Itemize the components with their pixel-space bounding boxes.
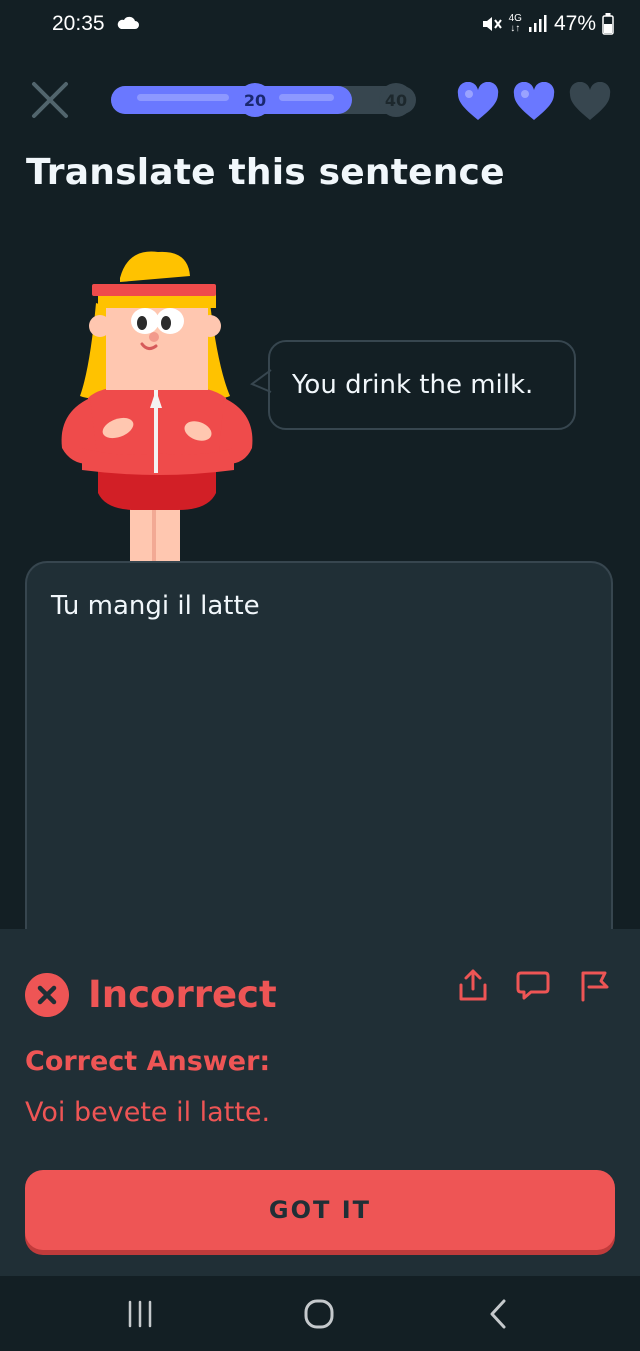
prompt-sentence[interactable]: You drink the milk.: [292, 370, 533, 400]
milestone-40: 40: [379, 83, 413, 117]
cloud-icon: [117, 16, 139, 29]
share-icon[interactable]: [455, 967, 491, 1003]
signal-icon: [528, 15, 547, 32]
correct-answer-text: Voi bevete il latte.: [25, 1097, 271, 1128]
status-time: 20:35: [52, 12, 105, 35]
page-title: Translate this sentence: [26, 152, 505, 193]
heart-empty-icon: [569, 82, 611, 120]
mute-icon: [482, 17, 502, 31]
status-icons: 4G ↓↑ 47%: [481, 12, 614, 36]
home-icon[interactable]: [297, 1294, 341, 1334]
answer-textarea[interactable]: Tu mangi il latte: [25, 561, 613, 981]
battery-icon: [602, 13, 614, 35]
incorrect-x-icon: [25, 973, 69, 1017]
network-type: 4G ↓↑: [508, 13, 522, 34]
system-nav-bar: [0, 1276, 640, 1351]
close-icon[interactable]: [28, 78, 72, 122]
lesson-progress-bar: 20 40: [111, 83, 416, 117]
progress-fill: [111, 86, 352, 114]
correct-answer-label: Correct Answer:: [25, 1046, 271, 1077]
answer-text: Tu mangi il latte: [51, 591, 260, 621]
comment-icon[interactable]: [515, 967, 551, 1003]
recents-icon[interactable]: [118, 1294, 162, 1334]
heart-full-icon: [513, 82, 555, 120]
character-illustration: [61, 251, 253, 563]
got-it-button[interactable]: GOT IT: [25, 1170, 615, 1250]
flag-icon[interactable]: [577, 967, 613, 1003]
battery-percent: 47%: [553, 12, 596, 35]
back-icon[interactable]: [476, 1294, 520, 1334]
heart-full-icon: [457, 82, 499, 120]
speech-bubble: You drink the milk.: [268, 340, 576, 430]
feedback-panel: Incorrect Correct Answer: Voi bevete il …: [0, 929, 640, 1276]
feedback-status: Incorrect: [88, 973, 277, 1016]
milestone-20: 20: [238, 83, 272, 117]
